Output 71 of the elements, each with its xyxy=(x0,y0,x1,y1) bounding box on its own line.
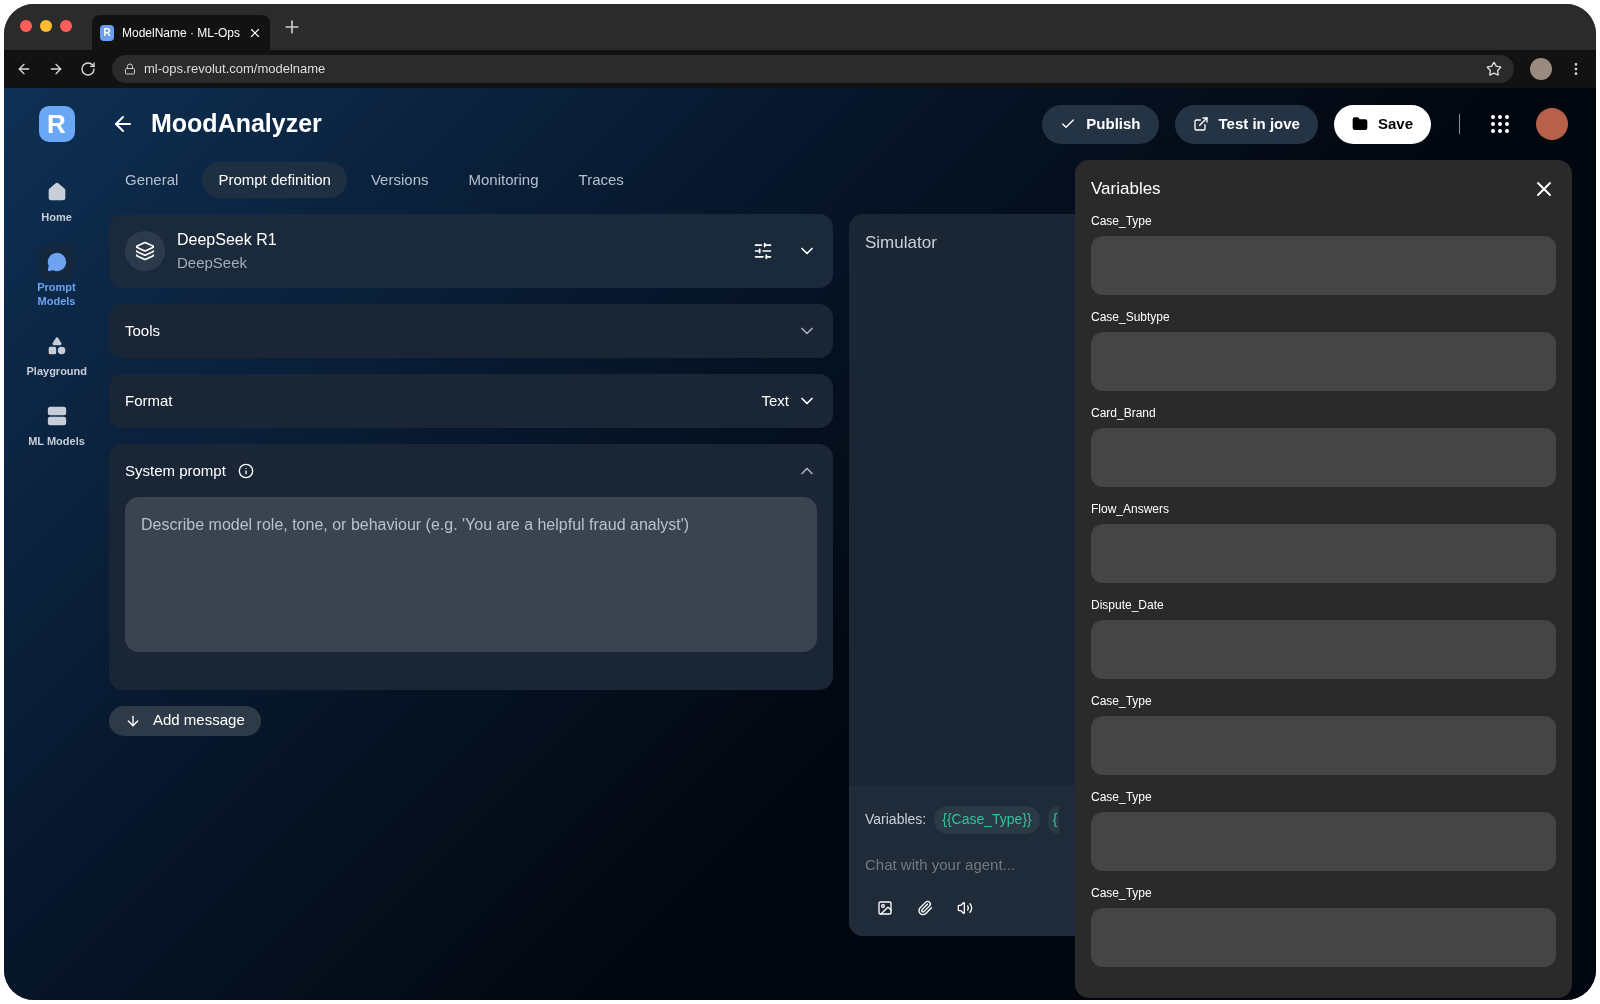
house-icon xyxy=(46,182,67,202)
variable-field[interactable] xyxy=(1091,811,1556,871)
sidebar-item[interactable]: Playground xyxy=(16,328,97,378)
lock-icon xyxy=(124,63,136,75)
apps-grid-icon[interactable] xyxy=(1488,112,1512,136)
paperclip-icon[interactable] xyxy=(917,900,933,916)
section-label: System prompt xyxy=(125,461,226,481)
variable-field[interactable] xyxy=(1091,907,1556,967)
variable-label: Case_Type xyxy=(1091,788,1153,806)
page-title: MoodAnalyzer xyxy=(151,108,322,140)
image-icon[interactable] xyxy=(877,900,893,916)
variable-field[interactable] xyxy=(1091,235,1556,295)
variable-label: Flow_Answers xyxy=(1091,500,1171,518)
user-avatar[interactable] xyxy=(1536,108,1568,140)
profile-avatar[interactable] xyxy=(1530,58,1552,80)
model-provider: DeepSeek xyxy=(177,252,249,273)
server-icon xyxy=(46,406,67,426)
chat-input[interactable]: Chat with your agent... xyxy=(865,853,1055,876)
sidebar-item[interactable]: ML Models xyxy=(16,398,97,448)
tools-section[interactable]: Tools xyxy=(109,304,833,358)
tab-title: ModelName · ML-Ops xyxy=(122,24,240,42)
tab[interactable]: Monitoring xyxy=(452,162,555,198)
back-icon[interactable] xyxy=(16,61,32,77)
variable-label: Case_Subtype xyxy=(1091,308,1171,326)
tab[interactable]: General xyxy=(109,162,195,198)
variable-chip[interactable]: { xyxy=(1047,805,1060,834)
address-bar[interactable]: ml-ops.revolut.com/modelname xyxy=(112,55,1514,83)
tab[interactable]: Prompt definition xyxy=(202,162,347,198)
system-prompt-field[interactable]: Describe model role, tone, or behaviour (e.g. 'You are a helpful fraud analyst') xyxy=(125,496,817,652)
model-card[interactable]: DeepSeek R1 DeepSeek xyxy=(109,214,833,288)
format-value: Text xyxy=(761,390,789,411)
shapes-icon xyxy=(46,336,67,356)
sidebar-item[interactable]: Home xyxy=(16,174,97,224)
external-link-icon xyxy=(1192,116,1209,132)
header-button[interactable]: Save xyxy=(1333,104,1431,144)
model-name: DeepSeek R1 xyxy=(177,229,278,250)
variable-label: Case_Type xyxy=(1091,884,1153,902)
header-button[interactable]: Publish xyxy=(1042,104,1159,144)
variable-label: Case_Type xyxy=(1091,692,1153,710)
section-label: Format xyxy=(125,390,174,411)
variable-chip[interactable]: {{Case_Type}} xyxy=(934,805,1040,834)
variable-label: Card_Brand xyxy=(1091,404,1157,422)
url-text: ml-ops.revolut.com/modelname xyxy=(144,60,327,79)
sidebar-item[interactable]: Prompt Models xyxy=(16,244,97,308)
variable-field[interactable] xyxy=(1091,619,1556,679)
layers-icon xyxy=(125,231,165,271)
tab[interactable]: Versions xyxy=(354,162,445,198)
sliders-icon[interactable] xyxy=(753,241,773,261)
variable-field[interactable] xyxy=(1091,427,1556,487)
add-message-button[interactable]: Add message xyxy=(109,705,261,736)
variables-label: Variables: xyxy=(865,810,927,829)
reload-icon[interactable] xyxy=(80,61,96,77)
chat-bubble-icon xyxy=(46,252,67,272)
browser-tab[interactable]: R ModelName · ML-Ops xyxy=(92,15,270,50)
header-button[interactable]: Test in jove xyxy=(1174,104,1318,144)
favicon: R xyxy=(100,24,114,41)
simulator-title: Simulator xyxy=(865,233,937,252)
variable-label: Case_Type xyxy=(1091,212,1153,230)
star-icon[interactable] xyxy=(1486,61,1502,77)
panel-title: Variables xyxy=(1091,178,1162,200)
variable-field[interactable] xyxy=(1091,331,1556,391)
speaker-icon[interactable] xyxy=(957,900,973,916)
variable-field[interactable] xyxy=(1091,523,1556,583)
info-icon[interactable] xyxy=(237,463,254,480)
section-label: Tools xyxy=(125,320,162,341)
format-section[interactable]: Format Text xyxy=(109,374,833,428)
variable-label: Dispute_Date xyxy=(1091,596,1165,614)
variable-field[interactable] xyxy=(1091,715,1556,775)
tab[interactable]: Traces xyxy=(562,162,640,198)
forward-icon[interactable] xyxy=(48,61,64,77)
folder-icon xyxy=(1351,116,1368,132)
